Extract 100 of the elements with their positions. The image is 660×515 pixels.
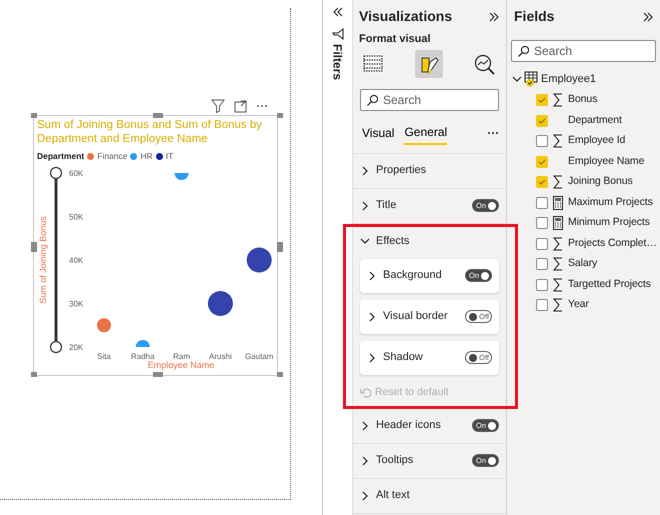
section-header[interactable]: Background [367, 267, 442, 284]
expand-icon[interactable] [642, 10, 654, 22]
expand-icon[interactable] [488, 10, 500, 22]
field-name[interactable]: Employee Name [568, 154, 644, 170]
resize-handle[interactable] [31, 372, 37, 377]
table-name[interactable]: Employee1 [541, 70, 596, 88]
table-icon [362, 52, 384, 74]
tab[interactable]: General [404, 120, 448, 144]
checkmark-icon [538, 96, 546, 104]
section-label: Header icons [376, 418, 441, 434]
tab[interactable]: Visual [362, 122, 394, 144]
field-name[interactable]: Employee Id [568, 133, 626, 150]
checkmark-icon [538, 116, 546, 125]
section-header[interactable]: Effects [360, 232, 410, 250]
search-icon [517, 45, 529, 57]
tick-label: 30K [69, 299, 84, 308]
chevron-down-icon[interactable] [512, 74, 522, 84]
resize-handle[interactable] [153, 113, 163, 118]
checkbox[interactable] [536, 114, 548, 127]
section-label: Properties [376, 163, 426, 178]
tick-label: Gautam [244, 352, 274, 361]
checkbox[interactable] [536, 217, 548, 230]
field-name[interactable]: Salary [568, 256, 598, 272]
section-label: Tooltips [376, 453, 414, 468]
field-name[interactable]: Projects Complet… [568, 236, 657, 252]
tick-label: Arushi [209, 352, 232, 361]
more-options-icon[interactable] [256, 103, 268, 109]
field-name[interactable]: Targetted Projects [568, 276, 651, 293]
checkbox[interactable] [536, 135, 548, 148]
resize-handle[interactable] [31, 242, 37, 252]
data-point[interactable] [246, 247, 272, 272]
sigma-icon [552, 175, 564, 190]
search-icon [366, 94, 378, 106]
section-label: Effects [376, 234, 410, 249]
resize-handle[interactable] [153, 372, 163, 377]
tick-label: 60K [69, 168, 84, 178]
checkbox[interactable] [536, 156, 548, 168]
checkbox[interactable] [536, 258, 548, 270]
pane-title[interactable]: Filters [328, 44, 346, 80]
tick-label: 40K [69, 256, 84, 265]
checkbox[interactable] [536, 176, 548, 188]
checkmark-icon [538, 178, 546, 186]
field-name[interactable]: Department [568, 112, 622, 129]
pane-title: Fields [514, 7, 554, 26]
checkbox[interactable] [536, 196, 548, 209]
section-label: Visual border [383, 309, 448, 324]
section-label: Alt text [376, 488, 410, 504]
filter-icon[interactable] [211, 99, 225, 113]
axis-title: Employee Name [148, 360, 214, 370]
sigma-icon [552, 236, 564, 251]
section-header[interactable]: Tooltips [360, 452, 414, 469]
chevron-right-icon [367, 270, 377, 280]
data-point[interactable] [208, 290, 233, 316]
tick-label: 50K [69, 212, 84, 222]
section-header[interactable]: Title [360, 197, 396, 214]
checkbox[interactable] [536, 278, 548, 291]
chevron-right-icon [367, 352, 377, 362]
field-name[interactable]: Joining Bonus [568, 174, 633, 190]
tick-label: 20K [69, 342, 84, 352]
sigma-icon [552, 134, 564, 148]
sigma-icon [552, 278, 564, 292]
undo-icon [360, 387, 371, 398]
search-field[interactable]: Search [360, 88, 499, 110]
range-slider[interactable] [50, 166, 62, 353]
legend-label: Finance [97, 150, 128, 163]
resize-handle[interactable] [277, 242, 283, 252]
section-label: Background [383, 268, 442, 284]
tick-label: Radha [131, 352, 155, 361]
tick-label: Ram [173, 352, 190, 361]
focus-mode-icon[interactable] [234, 100, 247, 112]
calculator-icon [552, 216, 564, 230]
more-options-icon[interactable] [487, 130, 499, 136]
section-header[interactable]: Alt text [360, 487, 410, 504]
section-label: Shadow [383, 350, 423, 366]
search-field[interactable]: Search [511, 40, 656, 62]
calculator-icon [552, 196, 564, 210]
axis-title: Sum of Joining Bonus [38, 216, 48, 304]
section-header[interactable]: Properties [360, 162, 426, 179]
magnifier-chart-icon [473, 52, 495, 74]
field-name[interactable]: Year [568, 297, 589, 314]
sigma-icon [552, 257, 564, 272]
collapse-icon[interactable] [332, 6, 344, 18]
chevron-right-icon [367, 312, 377, 322]
section-header[interactable]: Visual border [367, 308, 448, 325]
resize-handle[interactable] [277, 113, 283, 118]
section-header[interactable]: Shadow [367, 349, 423, 366]
legend-label: IT [166, 150, 174, 163]
field-name[interactable]: Maximum Projects [568, 194, 653, 211]
checkbox[interactable] [536, 94, 548, 106]
checkbox[interactable] [536, 299, 548, 312]
mode-tab[interactable] [414, 50, 442, 78]
field-name[interactable]: Bonus [568, 92, 598, 108]
checkmark-icon [538, 158, 546, 166]
section-label: Title [376, 198, 396, 214]
checkbox[interactable] [536, 238, 548, 250]
section-header[interactable]: Header icons [360, 417, 441, 434]
resize-handle[interactable] [277, 372, 283, 377]
filter-icon [332, 28, 344, 40]
field-name[interactable]: Minimum Projects [568, 215, 650, 232]
resize-handle[interactable] [31, 113, 37, 118]
